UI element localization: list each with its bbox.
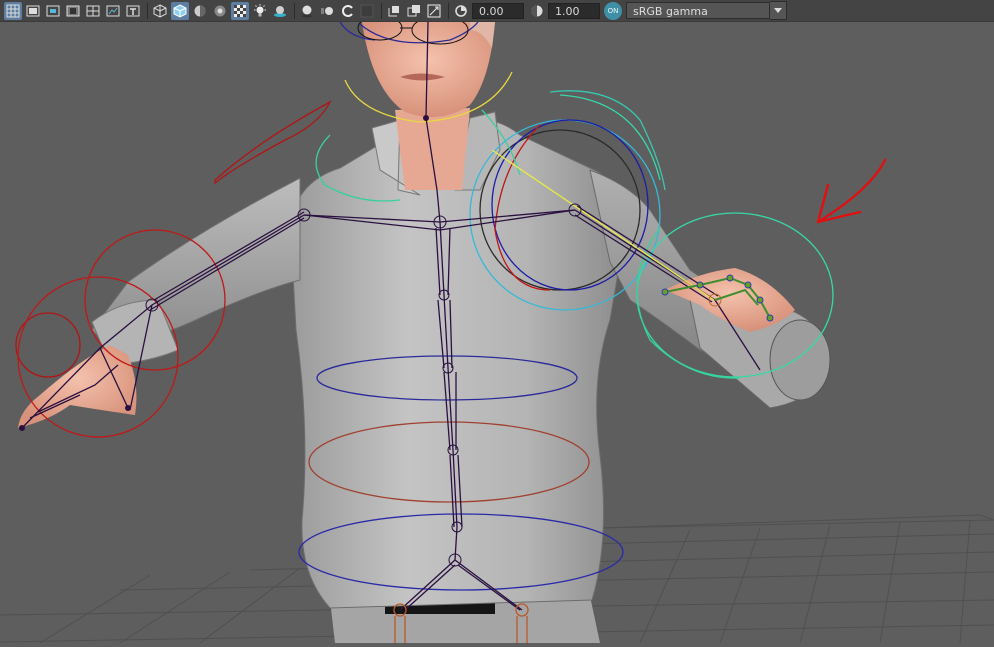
view-transform-dropdown-arrow[interactable]: [770, 1, 787, 20]
3d-viewport[interactable]: [0, 15, 994, 644]
xray-icon: [214, 5, 226, 16]
color-management-toggle[interactable]: ON: [604, 1, 622, 20]
camera-attributes-icon: [427, 4, 441, 17]
jacket-mesh: [289, 117, 629, 609]
field-chart-button[interactable]: [84, 2, 102, 20]
antialias-icon: [342, 4, 353, 17]
gate-mask-icon: [66, 5, 80, 16]
film-gate-button[interactable]: [24, 2, 42, 20]
wireframe-button[interactable]: [151, 2, 169, 20]
wireframe-icon: [153, 3, 167, 18]
toolbar-separator: [147, 2, 148, 19]
isolate-select-icon: [360, 4, 374, 17]
isolate-select-button[interactable]: [358, 2, 376, 20]
gamma-field[interactable]: 1.00: [548, 2, 600, 19]
resolution-gate-button[interactable]: [44, 2, 62, 20]
motion-blur-button[interactable]: [318, 2, 336, 20]
gate-mask-button[interactable]: [64, 2, 82, 20]
xray-joints-button[interactable]: [385, 2, 403, 20]
default-material-icon: [194, 5, 206, 16]
safe-action-button[interactable]: [104, 2, 122, 20]
safe-title-button[interactable]: [124, 2, 142, 20]
xray-active-icon: [407, 4, 420, 16]
lights-button[interactable]: [251, 2, 269, 20]
exposure-icon: [455, 4, 467, 17]
grid-toggle-button[interactable]: [4, 1, 22, 20]
textured-button[interactable]: [231, 1, 249, 20]
annotation-arrow: [816, 158, 887, 224]
field-chart-icon: [86, 5, 100, 16]
resolution-gate-icon: [46, 5, 60, 16]
toolbar-separator: [381, 2, 382, 19]
xray-joints-icon: [388, 5, 399, 16]
gamma-button[interactable]: [528, 2, 546, 20]
xray-active-button[interactable]: [405, 2, 423, 20]
viewport-scene: [0, 15, 994, 644]
ambient-occlusion-icon: [302, 5, 312, 17]
lights-icon: [254, 3, 266, 16]
camera-attributes-button[interactable]: [425, 2, 443, 20]
right-sleeve-opening: [769, 319, 831, 401]
textured-icon: [234, 4, 246, 17]
default-material-button[interactable]: [191, 2, 209, 20]
exposure-field[interactable]: 0.00: [472, 2, 524, 19]
chevron-down-icon: [774, 7, 782, 13]
gamma-icon: [531, 5, 543, 16]
safe-title-icon: [126, 5, 140, 16]
smooth-shade-button[interactable]: [171, 1, 189, 20]
ambient-occlusion-button[interactable]: [298, 2, 316, 20]
shadows-icon: [274, 5, 286, 17]
shadows-button[interactable]: [271, 2, 289, 20]
smooth-shade-icon: [173, 3, 187, 18]
toolbar-separator: [294, 2, 295, 19]
film-gate-icon: [26, 5, 40, 16]
motion-blur-icon: [321, 6, 333, 15]
viewport-panel-toolbar: 0.00 1.00 ON sRGB gamma: [0, 0, 994, 22]
grid-icon: [6, 4, 20, 17]
exposure-button[interactable]: [452, 2, 470, 20]
xray-button[interactable]: [211, 2, 229, 20]
antialias-button[interactable]: [338, 2, 356, 20]
toolbar-separator: [448, 2, 449, 19]
view-transform-dropdown[interactable]: sRGB gamma: [626, 2, 770, 19]
safe-action-icon: [106, 5, 120, 16]
